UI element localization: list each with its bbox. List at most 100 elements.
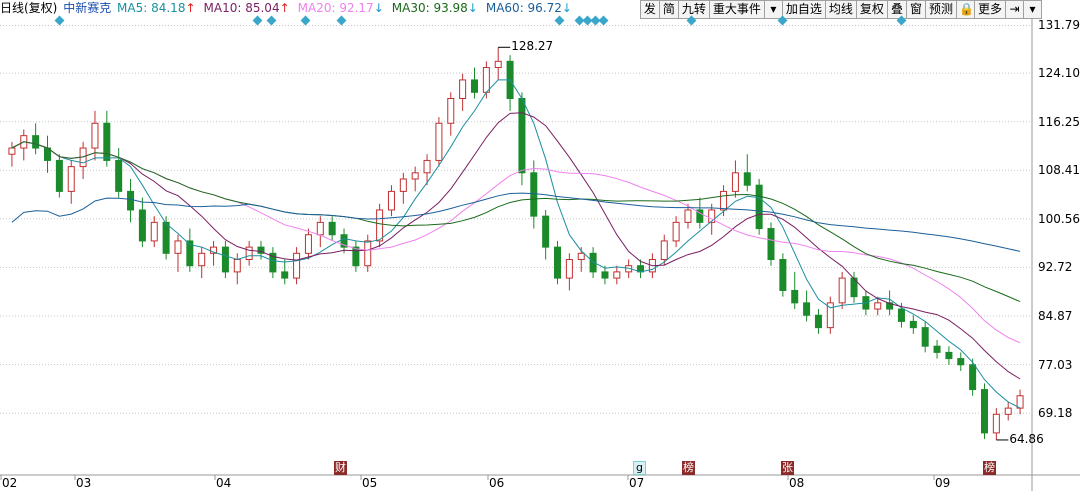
candle-body xyxy=(459,79,467,100)
candle-body xyxy=(1016,395,1024,409)
y-tick-label: 100.56 xyxy=(1038,211,1080,226)
candle-body xyxy=(55,159,63,192)
price-annotation: 64.86 xyxy=(1009,431,1044,446)
ma-legend-item: MA10: 85.04↑ xyxy=(203,1,290,15)
candle-body xyxy=(992,413,1000,434)
ma-legend-item: MA60: 96.72↓ xyxy=(485,1,572,15)
candle-body xyxy=(554,246,562,279)
toolbar-button-7[interactable]: 叠 xyxy=(886,0,907,19)
y-tick-label: 69.18 xyxy=(1038,406,1073,421)
candle-body xyxy=(67,166,75,192)
candle-body xyxy=(245,246,253,261)
candle-body xyxy=(316,221,324,236)
candle-body xyxy=(838,277,846,304)
x-tick-label: 02 xyxy=(2,476,18,490)
y-tick-label: 92.72 xyxy=(1038,260,1073,275)
x-tick-label: 07 xyxy=(629,476,645,490)
toolbar-button-10[interactable]: 更多 xyxy=(973,0,1006,19)
toolbar-button-1[interactable]: 简 xyxy=(658,0,679,19)
candle-body xyxy=(601,271,609,279)
stock-name: 中新赛克 xyxy=(63,1,112,15)
toolbar-button-8[interactable]: 窗 xyxy=(905,0,926,19)
event-marker[interactable]: 榜 xyxy=(983,461,996,475)
toolbar-button-6[interactable]: 复权 xyxy=(855,0,888,19)
toolbar-button-4[interactable]: 加自选 xyxy=(781,0,826,19)
y-tick-label: 84.87 xyxy=(1038,309,1073,324)
candle-body xyxy=(542,215,550,248)
y-tick-label: 124.10 xyxy=(1038,66,1080,81)
chart-title: 日线(复权) xyxy=(0,1,58,15)
y-tick-label: 108.41 xyxy=(1038,163,1080,178)
candle-body xyxy=(174,240,182,254)
candle-body xyxy=(755,184,763,230)
candle-body xyxy=(945,351,953,360)
ma-arrow-icon: ↑ xyxy=(185,1,196,15)
price-annotation: 128.27 xyxy=(511,39,554,54)
ma-arrow-icon: ↓ xyxy=(373,1,384,15)
y-tick-label: 77.03 xyxy=(1038,357,1073,372)
x-tick-label: 08 xyxy=(789,476,805,490)
pin-icon[interactable]: ⇥ xyxy=(1005,0,1024,19)
candle-body xyxy=(127,190,135,211)
ma-legend-item: MA30: 93.98↓ xyxy=(391,1,478,15)
candle-body xyxy=(909,320,917,329)
toolbar-button-2[interactable]: 九转 xyxy=(677,0,710,19)
ma-arrow-icon: ↑ xyxy=(279,1,290,15)
candle-body xyxy=(364,240,372,267)
event-marker[interactable]: 财 xyxy=(334,461,347,475)
candle-body xyxy=(720,190,728,211)
candle-body xyxy=(304,234,312,254)
candle-body xyxy=(933,345,941,353)
candle-body xyxy=(352,246,360,267)
lock-icon[interactable]: 🔒 xyxy=(955,0,975,19)
event-marker[interactable]: 张 xyxy=(781,461,794,475)
chart-header: 日线(复权) 中新赛克 MA5: 84.18↑ MA10: 85.04↑ MA20:… xyxy=(0,0,582,16)
dropdown-icon[interactable]: ▾ xyxy=(1023,0,1042,19)
candle-body xyxy=(814,314,822,329)
candle-body xyxy=(518,98,526,174)
candle-body xyxy=(897,308,905,322)
toolbar: 发简九转 重大事件 ▾ 加自选 均线 复权叠窗预测 🔒 更多 ⇥ ▾ xyxy=(639,0,1042,19)
event-marker[interactable]: 榜 xyxy=(682,461,695,475)
candle-body xyxy=(494,60,502,69)
toolbar-button-5[interactable]: 均线 xyxy=(824,0,857,19)
toolbar-button-9[interactable]: 预测 xyxy=(924,0,957,19)
candle-body xyxy=(921,327,929,347)
candle-body xyxy=(103,122,111,161)
candle-body xyxy=(376,209,384,242)
candle-body xyxy=(399,178,407,192)
ma-line-MA30 xyxy=(11,141,1021,303)
candle-body xyxy=(613,271,621,279)
candle-body xyxy=(328,221,336,236)
candle-body xyxy=(791,289,799,304)
candlestick-chart xyxy=(0,0,1080,491)
x-tick-label: 03 xyxy=(76,476,92,490)
event-marker[interactable]: g xyxy=(633,461,646,475)
toolbar-button-3[interactable]: 重大事件 xyxy=(708,0,765,19)
candle-body xyxy=(423,159,431,174)
ma-legend-item: MA5: 84.18↑ xyxy=(117,1,196,15)
candle-body xyxy=(281,271,289,279)
candle-body xyxy=(577,252,585,261)
candle-body xyxy=(470,79,478,93)
candle-body xyxy=(482,67,490,93)
candle-body xyxy=(530,172,538,217)
toolbar-button-0[interactable]: 发 xyxy=(639,0,660,19)
candle-body xyxy=(684,209,692,223)
candle-body xyxy=(969,364,977,391)
candle-body xyxy=(447,98,455,124)
candle-body xyxy=(162,221,170,254)
ma-arrow-icon: ↓ xyxy=(467,1,478,15)
candle-body xyxy=(743,172,751,186)
candle-body xyxy=(957,358,965,366)
candle-body xyxy=(731,172,739,192)
ma-arrow-icon: ↓ xyxy=(561,1,572,15)
ma-legend: MA5: 84.18↑ MA10: 85.04↑ MA20: 92.17↓ MA30:… xyxy=(117,1,580,15)
candle-body xyxy=(150,221,158,242)
x-tick-label: 04 xyxy=(216,476,232,490)
x-tick-label: 05 xyxy=(362,476,378,490)
candle-body xyxy=(779,259,787,291)
candle-body xyxy=(8,147,16,155)
y-tick-label: 131.79 xyxy=(1038,18,1080,33)
candle-body xyxy=(435,122,443,161)
